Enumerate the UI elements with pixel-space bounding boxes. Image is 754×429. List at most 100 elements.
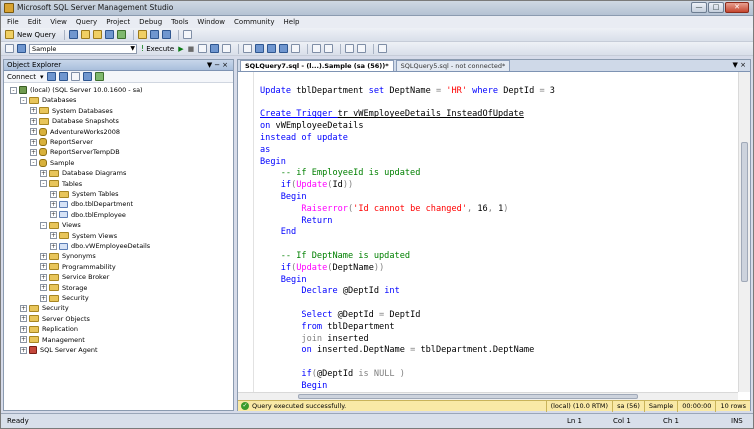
minimize-button[interactable]: — [691,2,707,13]
tree-node[interactable]: + Database Diagrams [40,168,126,178]
tree-node[interactable]: + System Tables [50,189,119,199]
new-query-button[interactable]: New Query [17,31,56,39]
debug-play-icon[interactable]: ▶ [178,45,183,53]
filter-icon[interactable] [83,72,93,81]
tree-node[interactable]: + dbo.tblDepartment [50,199,133,209]
execute-button[interactable]: Execute [146,45,174,53]
tree-node[interactable]: + Security [40,293,89,303]
expand-icon[interactable]: + [20,336,27,344]
horizontal-scrollbar[interactable] [238,392,738,400]
scroll-thumb[interactable] [298,394,638,399]
expand-icon[interactable]: + [30,138,37,146]
tree-node[interactable]: + System Views [50,231,117,241]
query-tab[interactable]: SQLQuery7.sql - (l...).Sample (sa (56))* [240,60,394,71]
menu-view[interactable]: View [50,18,67,26]
tree-node[interactable]: + Synonyms [40,251,96,261]
menu-debug[interactable]: Debug [139,18,162,26]
query-designer-icon[interactable] [222,44,232,53]
sql-code-area[interactable]: Update tblDepartment set DeptName = 'HR'… [260,72,736,392]
save-all-icon[interactable] [161,30,171,39]
available-databases-select[interactable]: Sample ▼ [29,43,137,54]
query-tab[interactable]: SQLQuery5.sql - not connected* [395,60,511,71]
expand-icon[interactable]: + [40,273,47,281]
include-actual-plan-icon[interactable] [243,44,253,53]
expand-icon[interactable]: + [50,242,57,250]
comment-icon[interactable] [312,44,322,53]
close-tab-icon[interactable]: ▼ × [733,61,746,69]
tree-node[interactable]: - Databases [20,95,76,105]
menu-help[interactable]: Help [284,18,300,26]
results-to-file-icon[interactable] [291,44,301,53]
expand-icon[interactable]: + [20,315,27,323]
tree-node[interactable]: + AdventureWorks2008 [30,127,120,137]
mdx-query-icon[interactable] [92,30,102,39]
expand-icon[interactable]: + [30,148,37,156]
specify-template-values-icon[interactable] [378,44,388,53]
menu-window[interactable]: Window [197,18,225,26]
client-statistics-icon[interactable] [255,44,265,53]
xmla-query-icon[interactable] [104,30,114,39]
save-icon[interactable] [149,30,159,39]
decrease-indent-icon[interactable] [345,44,355,53]
cancel-query-icon[interactable]: ■ [188,45,195,53]
menu-community[interactable]: Community [234,18,275,26]
collapse-icon[interactable]: - [20,96,27,104]
tree-node[interactable]: + SQL Server Agent [20,345,98,355]
tree-node[interactable]: + dbo.tblEmployee [50,210,126,220]
stop-icon[interactable] [71,72,81,81]
tree-node[interactable]: + Service Broker [40,272,109,282]
expand-icon[interactable]: + [30,128,37,136]
sql-compact-query-icon[interactable] [116,30,126,39]
tree-node[interactable]: + System Databases [30,106,113,116]
expand-icon[interactable]: + [20,346,27,354]
database-engine-query-icon[interactable] [68,30,78,39]
tree-node[interactable]: + ReportServer [30,137,93,147]
refresh-icon[interactable] [95,72,105,81]
disconnect-icon[interactable] [59,72,69,81]
tree-node[interactable]: + Management [20,335,85,345]
connect-server-icon[interactable] [47,72,57,81]
expand-icon[interactable]: + [40,169,47,177]
menu-project[interactable]: Project [106,18,130,26]
close-button[interactable]: ✕ [725,2,749,13]
collapse-icon[interactable]: - [30,159,37,167]
menu-edit[interactable]: Edit [28,18,42,26]
expand-icon[interactable]: + [40,252,47,260]
scroll-thumb[interactable] [741,142,748,282]
expand-icon[interactable]: + [30,107,37,115]
connect-dropdown[interactable]: Connect [7,73,36,81]
tree-node[interactable]: - Tables [40,179,82,189]
open-file-icon[interactable] [137,30,147,39]
vertical-scrollbar[interactable] [738,72,750,392]
expand-icon[interactable]: + [50,190,57,198]
results-to-text-icon[interactable] [267,44,277,53]
tree-node[interactable]: + Server Objects [20,314,90,324]
uncomment-icon[interactable] [324,44,334,53]
display-estimated-plan-icon[interactable] [210,44,220,53]
menu-tools[interactable]: Tools [171,18,188,26]
tree-node[interactable]: + dbo.vWEmployeeDetails [50,241,150,251]
analysis-query-icon[interactable] [80,30,90,39]
expand-icon[interactable]: + [50,211,57,219]
close-panel-icon[interactable]: × [222,61,230,69]
collapse-icon[interactable]: - [40,180,47,188]
chevron-down-icon[interactable]: ▾ [40,73,44,81]
tree-node[interactable]: - (local) (SQL Server 10.0.1600 - sa) [10,85,143,95]
expand-icon[interactable]: + [30,117,37,125]
expand-icon[interactable]: + [20,325,27,333]
expand-icon[interactable]: + [20,304,27,312]
tree-node[interactable]: + Programmability [40,262,116,272]
tree-node[interactable]: + Replication [20,324,78,334]
tree-node[interactable]: - Sample [30,158,74,168]
menu-file[interactable]: File [7,18,19,26]
increase-indent-icon[interactable] [357,44,367,53]
auto-hide-icon[interactable]: − [214,61,222,69]
expand-icon[interactable]: + [40,294,47,302]
expand-icon[interactable]: + [50,200,57,208]
tree-node[interactable]: + Security [20,303,69,313]
parse-icon[interactable] [198,44,208,53]
maximize-button[interactable]: □ [708,2,724,13]
tree-node[interactable]: + ReportServerTempDB [30,147,120,157]
tree-node[interactable]: - Views [40,220,81,230]
activity-monitor-icon[interactable] [182,30,192,39]
